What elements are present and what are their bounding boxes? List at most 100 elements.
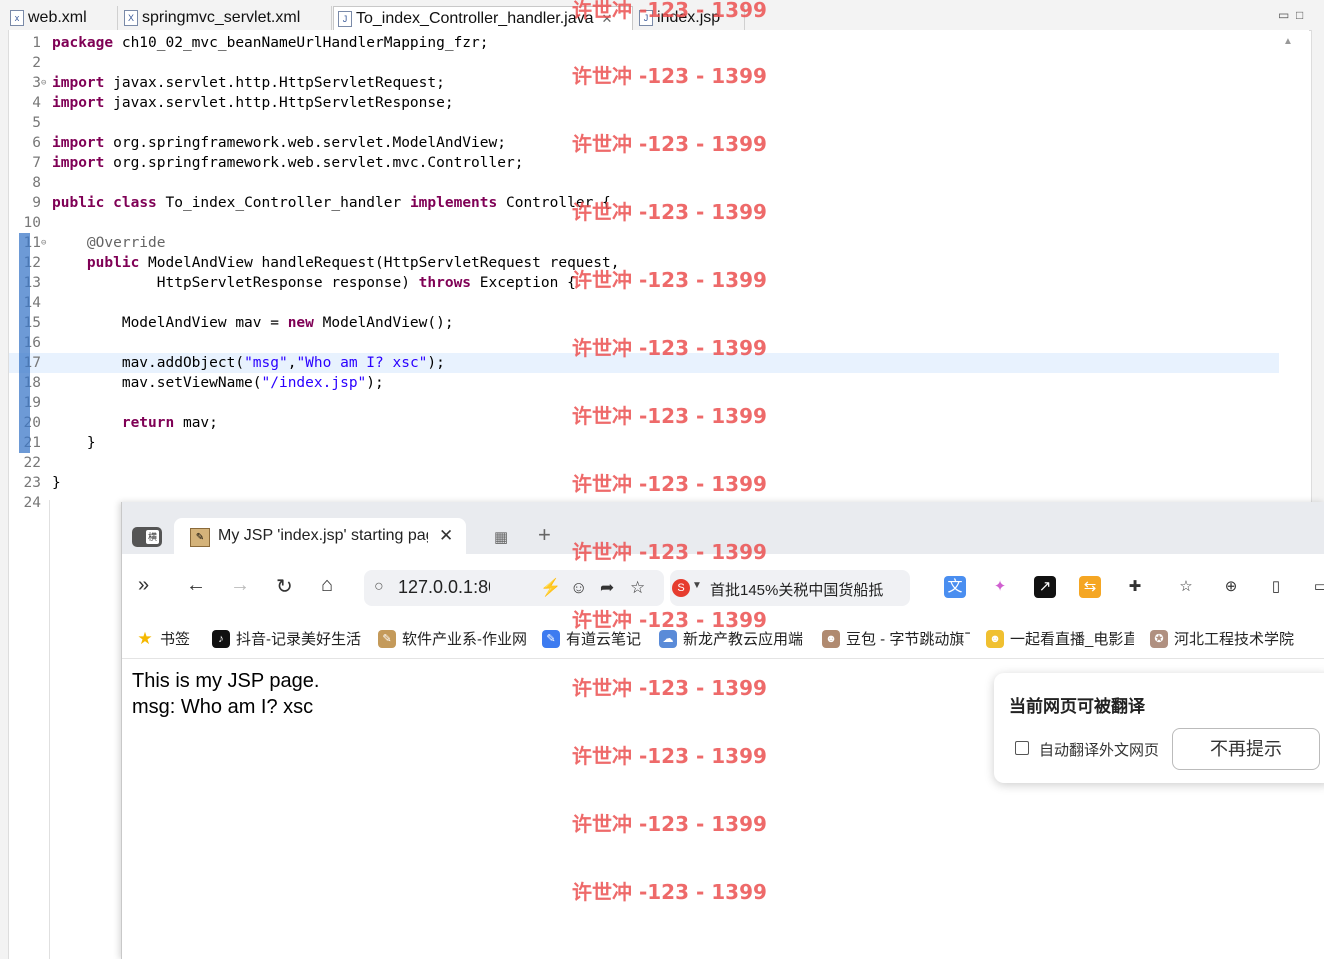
editor-tab-springmvc-servlet-xml[interactable]: X springmvc_servlet.xml	[120, 6, 332, 30]
watermark-text: 许世冲 -123 - 1399	[572, 540, 767, 564]
code-text: @Override	[86, 235, 166, 251]
bookmark-label: 一起看直播_电影直	[1010, 631, 1134, 648]
mobile-icon[interactable]: ▯	[1265, 576, 1287, 598]
bookmark-star-add-icon[interactable]: ☆	[630, 578, 645, 598]
editor-scrollbar[interactable]	[1279, 30, 1309, 500]
search-box[interactable]: S ▼ 首批145%关税中国货船抵	[670, 570, 910, 606]
browser-tab-title: My JSP 'index.jsp' starting page	[218, 527, 428, 544]
page-text-line: This is my JSP page.	[132, 670, 320, 692]
fold-toggle-icon[interactable]: ⊖	[41, 233, 51, 253]
bookmark-item[interactable]: ✪ 河北工程技术学院	[1150, 628, 1310, 649]
sidebar-expand-chevron-icon[interactable]: »	[138, 574, 149, 597]
bookmark-item[interactable]: ♪ 抖音-记录美好生活	[212, 628, 362, 649]
page-content: This is my JSP page. msg: Who am I? xsc	[132, 668, 319, 720]
left-trim	[0, 30, 9, 959]
download-icon[interactable]: ⊕	[1220, 576, 1242, 598]
code-line[interactable]: 1 package ch10_02_mvc_beanNameUrlHandlerM…	[9, 33, 1279, 53]
chart-extension-icon[interactable]: ↗	[1034, 576, 1056, 598]
code-text: ModelAndView mav = new ModelAndView();	[52, 315, 454, 331]
address-url[interactable]: 127.0.0.1:8080	[398, 577, 490, 598]
watermark-text: 许世冲 -123 - 1399	[572, 812, 767, 836]
school-icon: ✪	[1150, 629, 1168, 648]
chevron-down-icon[interactable]: ▼	[692, 580, 702, 591]
translate-popup-title: 当前网页可被翻译	[1009, 697, 1145, 716]
browser-tab[interactable]: ✎ My JSP 'index.jsp' starting page ✕	[174, 518, 466, 554]
bookmark-item[interactable]: ✎ 软件产业系-作业网	[378, 628, 526, 649]
editor-tab-label: springmvc_servlet.xml	[142, 9, 301, 26]
bookmark-item[interactable]: ☻ 豆包 - 字节跳动旗下	[822, 628, 970, 649]
line-number: 22	[23, 455, 41, 471]
line-number: 3	[32, 75, 41, 91]
doubao-icon: ☻	[822, 629, 840, 648]
scroll-up-arrow-icon[interactable]: ▲	[1283, 36, 1293, 47]
line-number: 9	[32, 195, 41, 211]
search-icon: ○	[374, 578, 384, 595]
code-line[interactable]: 14	[9, 293, 1279, 313]
xml-file-icon: x	[10, 10, 24, 26]
line-number: 2	[32, 55, 41, 71]
code-line[interactable]: 4 import javax.servlet.http.HttpServletRe…	[9, 93, 1279, 113]
screen-cast-icon[interactable]: ▭	[1310, 576, 1324, 598]
maximize-icon[interactable]: □	[1296, 8, 1303, 22]
live-icon: ☻	[986, 629, 1004, 648]
page-msg-line: msg: Who am I? xsc	[132, 696, 314, 718]
line-number: 5	[32, 115, 41, 131]
tab-grid-icon[interactable]: ▦	[494, 528, 508, 546]
screenshot-icon[interactable]: ☺	[570, 578, 587, 598]
back-arrow-icon[interactable]: ←	[186, 574, 206, 597]
douyin-icon: ♪	[212, 629, 230, 648]
watermark-text: 许世冲 -123 - 1399	[572, 0, 767, 22]
watermark-text: 许世冲 -123 - 1399	[572, 744, 767, 768]
sidebar-toggle-label: 横	[146, 530, 159, 544]
bookmark-label: 软件产业系-作业网	[402, 631, 526, 648]
lightning-icon[interactable]: ⚡	[540, 578, 561, 598]
translate-popup: 当前网页可被翻译 自动翻译外文网页 不再提示	[994, 673, 1324, 783]
code-line[interactable]: 8	[9, 173, 1279, 193]
code-text: import javax.servlet.http.HttpServletRes…	[52, 95, 454, 111]
code-text: mav.addObject("msg","Who am I? xsc");	[52, 355, 445, 371]
new-tab-plus-icon[interactable]: +	[538, 522, 551, 548]
favorites-star-icon[interactable]: ☆	[1175, 576, 1197, 598]
extensions-puzzle-icon[interactable]: ✚	[1124, 576, 1146, 598]
tab-close-icon[interactable]: ✕	[439, 526, 453, 546]
code-text: }	[52, 435, 96, 451]
watermark-text: 许世冲 -123 - 1399	[572, 608, 767, 632]
auto-translate-label[interactable]: 自动翻译外文网页	[1039, 739, 1159, 760]
code-text: package ch10_02_mvc_beanNameUrlHandlerMa…	[52, 35, 489, 51]
forward-arrow-icon[interactable]: →	[230, 574, 250, 597]
editor-tab-web-xml[interactable]: x web.xml	[6, 6, 118, 30]
minimize-icon[interactable]: ▭	[1278, 8, 1289, 22]
youdao-icon: ✎	[542, 629, 560, 648]
ai-sparkle-icon[interactable]: ✦	[989, 576, 1011, 598]
line-number: 10	[23, 215, 41, 231]
site-icon: ✎	[378, 629, 396, 648]
bookmark-item[interactable]: ☻ 一起看直播_电影直	[986, 628, 1134, 649]
address-bar[interactable]: ○ 127.0.0.1:8080 ⚡ ☺ ➦ ☆	[364, 570, 664, 606]
sidebar-toggle-button[interactable]: 横	[132, 527, 162, 547]
dismiss-button[interactable]: 不再提示	[1172, 728, 1320, 770]
fold-toggle-icon[interactable]: ⊖	[41, 73, 51, 93]
code-line[interactable]: 15 ModelAndView mav = new ModelAndView()…	[9, 313, 1279, 333]
auto-translate-checkbox[interactable]	[1015, 741, 1029, 755]
bookmark-item[interactable]: ★ 书签	[136, 628, 196, 649]
search-suggestion-text[interactable]: 首批145%关税中国货船抵	[710, 579, 902, 600]
code-text: }	[52, 475, 61, 491]
line-number: 6	[32, 135, 41, 151]
sync-extension-icon[interactable]: ⇆	[1079, 576, 1101, 598]
watermark-text: 许世冲 -123 - 1399	[572, 676, 767, 700]
bookmark-label: 书签	[160, 631, 191, 648]
search-engine-icon[interactable]: S	[672, 579, 690, 597]
code-line[interactable]: 11 ⊖ @Override	[9, 233, 1279, 253]
reload-icon[interactable]: ↻	[276, 574, 293, 599]
code-line[interactable]: 18 mav.setViewName("/index.jsp");	[9, 373, 1279, 393]
code-line[interactable]: 21 }	[9, 433, 1279, 453]
translate-extension-icon[interactable]: 文	[944, 576, 966, 598]
code-text: public class To_index_Controller_handler…	[52, 195, 611, 211]
bookmark-label: 抖音-记录美好生活	[236, 631, 361, 648]
line-number: 1	[32, 35, 41, 51]
star-icon: ★	[137, 628, 153, 648]
code-text: import org.springframework.web.servlet.m…	[52, 155, 524, 171]
home-icon[interactable]: ⌂	[321, 574, 333, 597]
code-text: import javax.servlet.http.HttpServletReq…	[52, 75, 445, 91]
share-icon[interactable]: ➦	[600, 578, 614, 598]
